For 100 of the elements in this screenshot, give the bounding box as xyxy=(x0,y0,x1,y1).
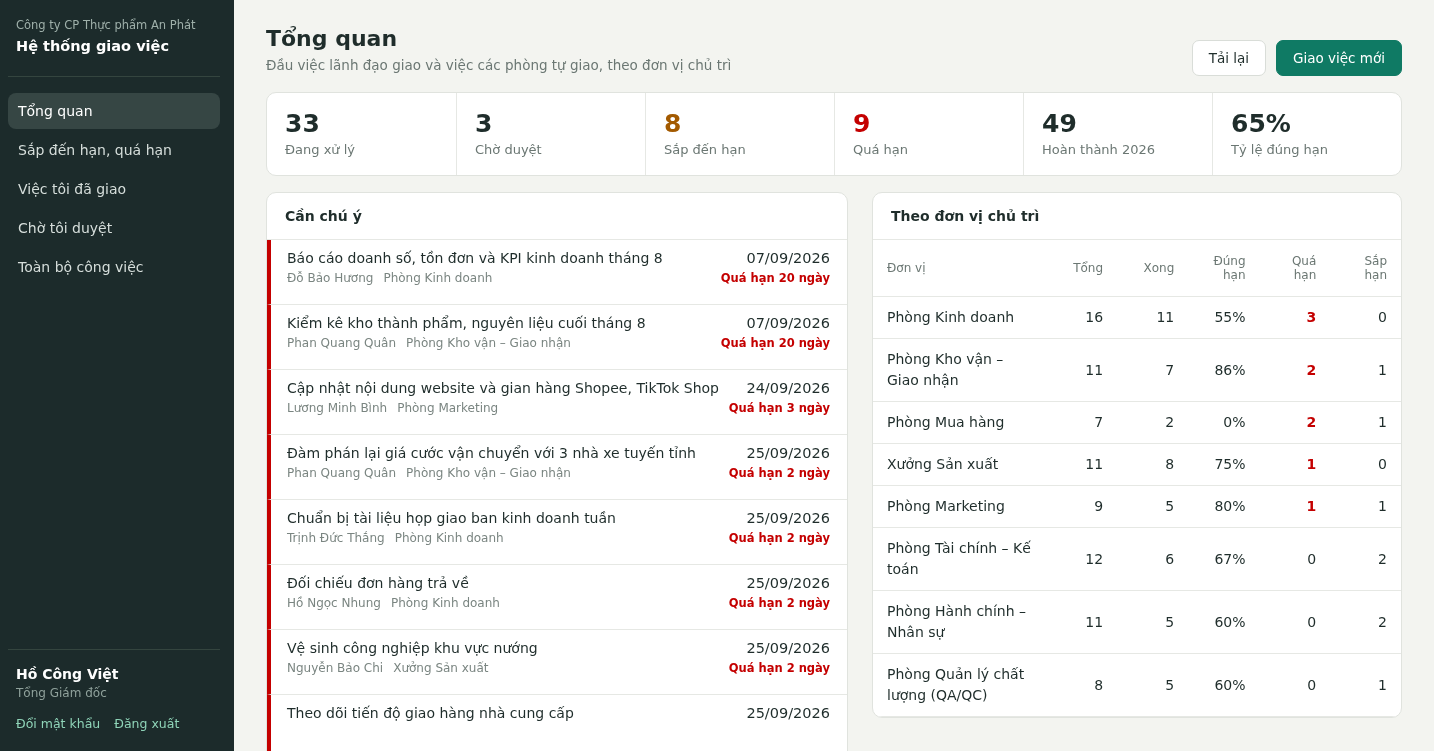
task-unit: Phòng Kinh doanh xyxy=(383,271,493,285)
table-cell: 7 xyxy=(1046,401,1118,444)
table-cell: 86% xyxy=(1188,338,1260,402)
table-cell: Phòng Marketing xyxy=(873,485,1046,528)
table-cell: Phòng Tài chính – Kế toán xyxy=(873,527,1046,591)
task-assignee: Phan Quang Quân xyxy=(287,336,397,350)
table-cell: 2 xyxy=(1259,401,1331,444)
task-row[interactable]: Đối chiếu đơn hàng trả về Hồ Ngọc Nhung Phòng Kinh doanh 25/09/2026 Quá hạn 2 ngày xyxy=(267,565,847,630)
overdue-status: Quá hạn 2 ngày xyxy=(728,596,830,610)
nav-item[interactable]: Tổng quan xyxy=(8,93,220,129)
column-header: Tổng xyxy=(1046,240,1118,297)
task-title: Báo cáo doanh số, tồn đơn và KPI kinh doanh tháng 8 xyxy=(287,250,663,266)
page-subtitle: Đầu việc lãnh đạo giao và việc các phòng tự giao, theo đơn vị chủ trì xyxy=(266,57,732,73)
user-role: Tổng Giám đốc xyxy=(16,686,108,700)
stat-label: Đang xử lý xyxy=(285,142,357,157)
table-cell: 11 xyxy=(1117,296,1189,339)
reload-button[interactable]: Tải lại xyxy=(1191,40,1267,76)
table-cell: 6 xyxy=(1117,527,1189,591)
table-cell: 0 xyxy=(1259,590,1331,654)
task-row[interactable]: Báo cáo doanh số, tồn đơn và KPI kinh doanh tháng 8 Đỗ Bảo Hương Phòng Kinh doanh 07/09/2026 Quá hạn 20 ngày xyxy=(267,240,847,305)
stat-value: 3 xyxy=(475,109,494,138)
task-assignee: Lương Minh Bình xyxy=(287,401,388,415)
task-title: Kiểm kê kho thành phẩm, nguyên liệu cuối tháng 8 xyxy=(287,315,646,331)
task-title: Đàm phán lại giá cước vận chuyển với 3 nhà xe tuyến tỉnh xyxy=(287,445,696,461)
stat-value: 49 xyxy=(1042,109,1078,138)
table-cell: 9 xyxy=(1046,485,1118,528)
task-due-date: 24/09/2026 xyxy=(746,380,830,396)
table-cell: 80% xyxy=(1188,485,1260,528)
table-cell: Xưởng Sản xuất xyxy=(873,443,1046,486)
overdue-status: Quá hạn 2 ngày xyxy=(728,661,830,675)
table-cell: 2 xyxy=(1330,527,1401,591)
table-cell: 11 xyxy=(1046,443,1118,486)
task-title: Chuẩn bị tài liệu họp giao ban kinh doanh tuần xyxy=(287,510,616,526)
task-row[interactable]: Kiểm kê kho thành phẩm, nguyên liệu cuối tháng 8 Phan Quang Quân Phòng Kho vận – Giao nhận 07/09/2026 Quá hạn 20 ngày xyxy=(267,305,847,370)
table-cell: 60% xyxy=(1188,653,1260,717)
task-due-date: 07/09/2026 xyxy=(746,250,830,266)
nav-item[interactable]: Toàn bộ công việc xyxy=(8,249,220,285)
overdue-status: Quá hạn 2 ngày xyxy=(728,531,830,545)
table-cell: 0 xyxy=(1259,653,1331,717)
task-title: Vệ sinh công nghiệp khu vực nướng xyxy=(287,640,538,656)
stat-value: 9 xyxy=(853,109,872,138)
task-row[interactable]: Chuẩn bị tài liệu họp giao ban kinh doanh tuần Trịnh Đức Thắng Phòng Kinh doanh 25/09/2026 Quá hạn 2 ngày xyxy=(267,500,847,565)
task-assignee: Phan Quang Quân xyxy=(287,466,397,480)
table-cell: 60% xyxy=(1188,590,1260,654)
table-cell: 1 xyxy=(1330,485,1401,528)
task-row[interactable]: Đàm phán lại giá cước vận chuyển với 3 nhà xe tuyến tỉnh Phan Quang Quân Phòng Kho vận – Giao nhận 25/09/2026 Quá hạn 2 ngày xyxy=(267,435,847,500)
task-due-date: 25/09/2026 xyxy=(746,640,830,656)
table-cell: 75% xyxy=(1188,443,1260,486)
task-assignee: Đỗ Bảo Hương xyxy=(287,271,374,285)
table-cell: 1 xyxy=(1259,485,1331,528)
card-title: Theo đơn vị chủ trì xyxy=(873,193,1401,240)
task-due-date: 25/09/2026 xyxy=(746,705,830,721)
task-title: Đối chiếu đơn hàng trả về xyxy=(287,575,470,591)
table-cell: 0 xyxy=(1330,296,1401,339)
overdue-status: Quá hạn 2 ngày xyxy=(728,466,830,480)
stat-label: Quá hạn xyxy=(853,142,909,157)
user-name: Hồ Công Việt xyxy=(16,666,120,682)
table-cell: 7 xyxy=(1117,338,1189,402)
task-unit: Xưởng Sản xuất xyxy=(393,661,489,675)
task-assignee: Hồ Ngọc Nhung xyxy=(287,596,381,610)
table-cell: 1 xyxy=(1330,338,1401,402)
task-row[interactable]: Theo dõi tiến độ giao hàng nhà cung cấp 25/09/2026 xyxy=(267,695,847,751)
task-due-date: 25/09/2026 xyxy=(746,445,830,461)
stat-value: 33 xyxy=(285,109,321,138)
table-cell: 67% xyxy=(1188,527,1260,591)
column-header: Đơn vị xyxy=(873,240,1046,297)
nav-item[interactable]: Chờ tôi duyệt xyxy=(8,210,220,246)
stat-label: Tỷ lệ đúng hạn xyxy=(1231,142,1330,157)
table-cell: 2 xyxy=(1259,338,1331,402)
task-unit: Phòng Kho vận – Giao nhận xyxy=(406,466,571,480)
nav-item[interactable]: Sắp đến hạn, quá hạn xyxy=(8,132,220,168)
task-row[interactable]: Cập nhật nội dung website và gian hàng Shopee, TikTok Shop Lương Minh Bình Phòng Marketing 24/09/2026 Quá hạn 3 ngày xyxy=(267,370,847,435)
table-cell: Phòng Hành chính – Nhân sự xyxy=(873,590,1046,654)
nav-item[interactable]: Việc tôi đã giao xyxy=(8,171,220,207)
task-unit: Phòng Kinh doanh xyxy=(394,531,504,545)
account-link[interactable]: Đổi mật khẩu xyxy=(16,716,101,731)
task-due-date: 25/09/2026 xyxy=(746,575,830,591)
table-cell: 11 xyxy=(1046,590,1118,654)
table-cell: 12 xyxy=(1046,527,1118,591)
table-cell: 11 xyxy=(1046,338,1118,402)
table-cell: 3 xyxy=(1259,296,1331,339)
table-cell: Phòng Kinh doanh xyxy=(873,296,1046,339)
overdue-status: Quá hạn 20 ngày xyxy=(720,271,830,285)
task-unit: Phòng Kinh doanh xyxy=(390,596,500,610)
account-link[interactable]: Đăng xuất xyxy=(114,716,180,731)
app-title: Hệ thống giao việc xyxy=(16,38,170,54)
column-header: Sắp hạn xyxy=(1330,240,1401,297)
table-cell: 0% xyxy=(1188,401,1260,444)
table-cell: 8 xyxy=(1046,653,1118,717)
overdue-status: Quá hạn 3 ngày xyxy=(728,401,830,415)
new-task-button[interactable]: Giao việc mới xyxy=(1276,40,1402,76)
table-cell: 5 xyxy=(1117,653,1189,717)
task-assignee: Trịnh Đức Thắng xyxy=(287,531,385,545)
table-cell: 16 xyxy=(1046,296,1118,339)
column-header: Đúng hạn xyxy=(1188,240,1260,297)
column-header: Xong xyxy=(1117,240,1189,297)
company-name: Công ty CP Thực phẩm An Phát xyxy=(16,18,197,32)
stat-value: 8 xyxy=(664,109,683,138)
task-row[interactable]: Vệ sinh công nghiệp khu vực nướng Nguyễn Bảo Chi Xưởng Sản xuất 25/09/2026 Quá hạn 2 ngày xyxy=(267,630,847,695)
page-title: Tổng quan xyxy=(266,26,399,51)
